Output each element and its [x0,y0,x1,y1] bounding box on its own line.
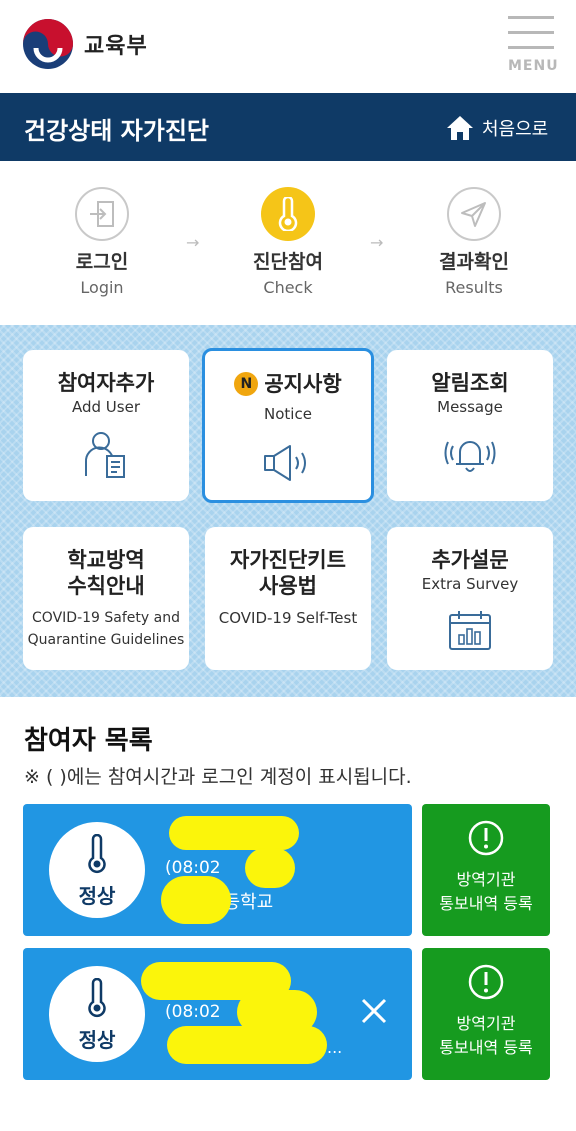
redaction-mark [245,848,295,888]
alert-icon [468,820,504,856]
card-title-text: 공지사항 [264,372,342,396]
send-icon [461,202,486,227]
close-icon[interactable] [359,996,389,1026]
message-card[interactable]: 알림조회 Message [387,350,553,501]
self-test-kit-card[interactable]: 자가진단키트 사용법 COVID-19 Self-Test [205,527,371,670]
step-login: 로그인 Login [42,187,162,297]
step-check: 진단참여 Check [228,187,348,297]
card-title: N 공지사항 [205,371,371,397]
menu-icon-bar [508,16,554,19]
step-label-en: Results [445,278,503,297]
extra-survey-card[interactable]: 추가설문 Extra Survey [387,527,553,670]
report-label-line2: 통보내역 등록 [439,1038,533,1057]
results-step-circle [447,187,501,241]
report-label-line1: 방역기관 [456,870,516,889]
report-label-line2: 통보내역 등록 [439,894,533,913]
participant-list-note: ※ ( )에는 참여시간과 로그인 계정이 표시됩니다. [24,766,412,788]
card-title-line1: 자가진단키트 [230,548,346,572]
participant-list-title: 참여자 목록 [24,726,153,756]
brand-name: 교육부 [84,34,148,59]
home-button[interactable]: 처음으로 [446,113,548,143]
thermometer-icon [88,978,106,1018]
bell-icon [444,441,496,472]
card-subtitle: Add User [72,398,140,416]
title-bar: 건강상태 자가진단 처음으로 [0,93,576,161]
step-label-en: Login [80,278,124,297]
redaction-mark [169,816,299,850]
status-bubble: 정상 [49,822,145,918]
participant-entry[interactable]: 정상 (08:02 ... [23,948,412,1080]
login-step-circle [75,187,129,241]
participation-time: (08:02 [165,858,221,878]
card-subtitle: COVID-19 Self-Test [218,609,358,627]
participation-time: (08:02 [165,1002,221,1022]
step-label-ko: 결과확인 [439,251,509,273]
health-status: 정상 [78,1028,116,1052]
home-icon [447,116,473,140]
card-title-line1: 학교방역 [67,548,145,572]
report-label: 방역기관 통보내역 등록 [422,868,550,916]
check-step-circle [261,187,315,241]
card-title-line2: 사용법 [259,574,317,598]
step-arrow: → [186,233,200,252]
step-results: 결과확인 Results [414,187,534,297]
truncated-account: ... [327,1038,343,1057]
megaphone-icon [264,445,306,481]
progress-steps: 로그인 Login → 진단참여 Check → 결과확인 Results [0,161,576,325]
thermometer-icon [88,834,106,874]
new-badge: N [234,372,259,396]
home-label: 처음으로 [482,119,549,140]
redaction-mark [161,876,231,924]
report-registration-button[interactable]: 방역기관 통보내역 등록 [422,804,550,936]
menu-button[interactable]: MENU [506,14,559,76]
add-user-icon [84,432,125,478]
menu-icon-bar [508,31,554,34]
step-label-ko: 로그인 [75,251,129,273]
card-title: 알림조회 [431,371,509,395]
card-subtitle: Message [437,398,503,416]
calendar-chart-icon [449,611,491,650]
card-title: 추가설문 [431,548,509,572]
participant-entry[interactable]: 정상 (08:02 초등학교 [23,804,412,936]
card-subtitle-line2: Quarantine Guidelines [27,632,185,648]
report-label-line1: 방역기관 [456,1014,516,1033]
report-registration-button[interactable]: 방역기관 통보내역 등록 [422,948,550,1080]
menu-grid: 참여자추가 Add User N 공지사항 Notice 알림조회 Message [0,325,576,697]
card-title-line2: 수칙안내 [67,574,145,598]
thermometer-icon [278,197,298,231]
card-subtitle: Extra Survey [421,575,519,593]
login-icon [90,201,114,227]
notice-card[interactable]: N 공지사항 Notice [202,348,374,503]
card-title: 참여자추가 [57,371,155,395]
government-emblem-logo[interactable] [22,18,74,70]
card-subtitle-line1: COVID-19 Safety and [32,610,180,626]
step-label-ko: 진단참여 [253,251,323,273]
report-label: 방역기관 통보내역 등록 [422,1012,550,1060]
menu-label: MENU [508,58,559,74]
status-bubble: 정상 [49,966,145,1062]
menu-icon-bar [508,46,554,49]
add-user-card[interactable]: 참여자추가 Add User [23,350,189,501]
step-arrow: → [370,233,384,252]
safety-guidelines-card[interactable]: 학교방역 수칙안내 COVID-19 Safety and Quarantine… [23,527,189,670]
top-bar: 교육부 MENU [0,0,576,93]
card-subtitle: Notice [264,405,312,423]
page-title: 건강상태 자가진단 [24,117,209,145]
alert-icon [468,964,504,1000]
step-label-en: Check [263,278,313,297]
redaction-mark [167,1026,327,1064]
health-status: 정상 [78,884,116,908]
